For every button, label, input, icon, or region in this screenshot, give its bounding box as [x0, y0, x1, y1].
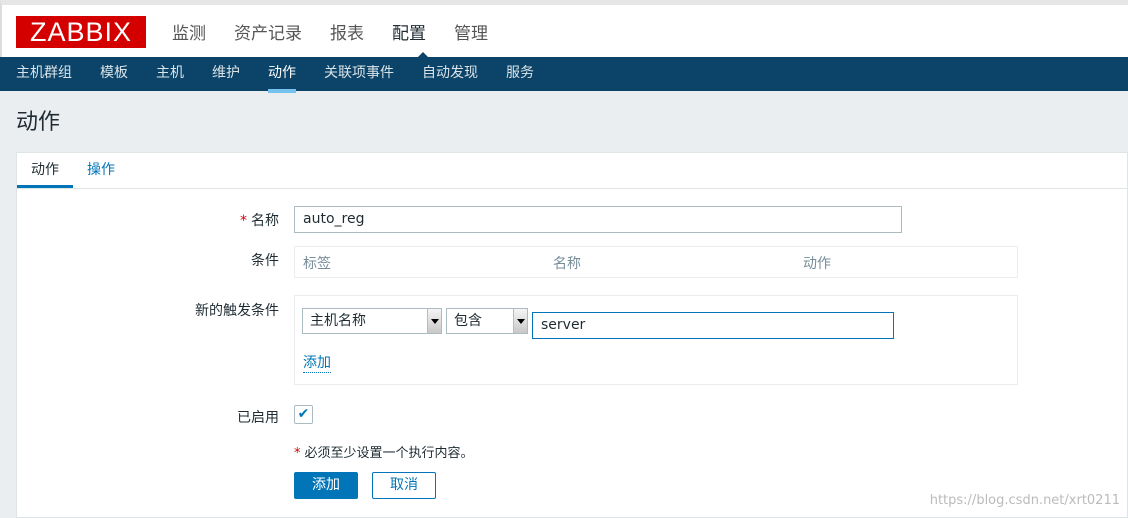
- tabs: 动作 操作: [17, 153, 1127, 189]
- action-form-card: 动作 操作 * 名称 auto_reg 条件 标签 名称 动作 新的触发条件 主机…: [16, 152, 1128, 518]
- subnav-templates[interactable]: 模板: [100, 57, 128, 91]
- enabled-label: 已启用: [237, 410, 279, 426]
- sub-nav: 主机群组 模板 主机 维护 动作 关联项事件 自动发现 服务: [0, 57, 1128, 93]
- subnav-maintenance[interactable]: 维护: [212, 57, 240, 91]
- condition-type-select[interactable]: 主机名称: [302, 308, 442, 334]
- add-button[interactable]: 添加: [294, 472, 358, 499]
- menu-administration[interactable]: 管理: [454, 19, 488, 44]
- tab-operations[interactable]: 操作: [73, 153, 129, 188]
- page-title: 动作: [16, 110, 61, 135]
- subnav-hosts[interactable]: 主机: [156, 57, 184, 91]
- subnav-discovery[interactable]: 自动发现: [422, 57, 478, 91]
- warning-message: 必须至少设置一个执行内容。: [304, 446, 474, 461]
- subnav-services[interactable]: 服务: [506, 57, 534, 91]
- condition-value-input[interactable]: server: [532, 312, 894, 339]
- header: ZABBIX 监测 资产记录 报表 配置 管理: [0, 0, 1128, 62]
- tab-action[interactable]: 动作: [17, 153, 73, 188]
- new-condition-box: 主机名称 包含 server 添加: [294, 295, 1018, 385]
- subnav-host-groups[interactable]: 主机群组: [16, 57, 72, 91]
- enabled-checkbox[interactable]: ✔: [294, 405, 313, 424]
- menu-inventory[interactable]: 资产记录: [234, 19, 302, 44]
- name-input[interactable]: auto_reg: [294, 206, 902, 233]
- add-condition-link[interactable]: 添加: [303, 352, 331, 373]
- watermark: https://blog.csdn.net/xrt0211: [929, 493, 1120, 508]
- condition-operator-value: 包含: [454, 313, 482, 329]
- conditions-table: 标签 名称 动作: [294, 246, 1018, 278]
- menu-monitoring[interactable]: 监测: [172, 19, 206, 44]
- dropdown-arrow-icon: [427, 309, 441, 333]
- zabbix-logo[interactable]: ZABBIX: [16, 16, 146, 48]
- name-label-text: 名称: [251, 213, 279, 229]
- main-menu: 监测 资产记录 报表 配置 管理: [172, 19, 516, 44]
- cancel-button[interactable]: 取消: [372, 472, 436, 499]
- menu-configuration[interactable]: 配置: [392, 19, 426, 44]
- col-name: 名称: [553, 256, 581, 272]
- subnav-actions[interactable]: 动作: [268, 57, 296, 93]
- condition-type-value: 主机名称: [310, 313, 366, 329]
- name-label: * 名称: [240, 213, 279, 229]
- conditions-label: 条件: [251, 253, 279, 269]
- condition-operator-select[interactable]: 包含: [446, 308, 528, 334]
- col-label: 标签: [303, 256, 331, 272]
- subnav-correlation[interactable]: 关联项事件: [324, 57, 394, 91]
- menu-reports[interactable]: 报表: [330, 19, 364, 44]
- dropdown-arrow-icon: [513, 309, 527, 333]
- new-condition-label: 新的触发条件: [195, 303, 279, 319]
- warning-text: * 必须至少设置一个执行内容。: [294, 446, 474, 461]
- col-action: 动作: [803, 256, 831, 272]
